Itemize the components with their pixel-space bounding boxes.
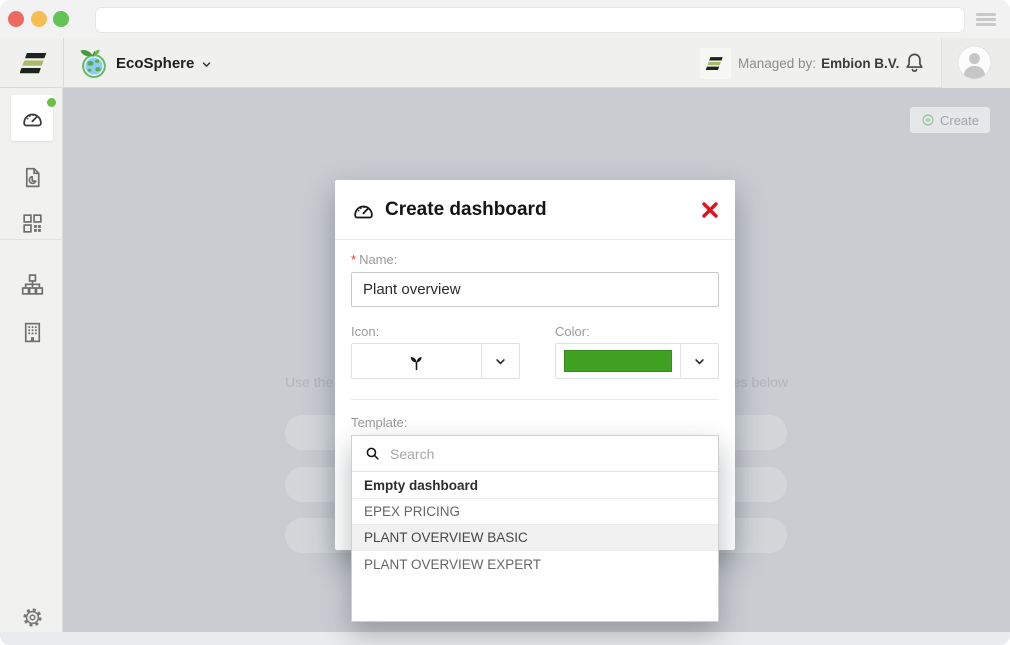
modal-title: Create dashboard [385, 180, 547, 240]
header-divider [63, 38, 64, 88]
embion-stripes-icon [706, 54, 725, 73]
app-window: EcoSphere Managed by: Embion B.V. [0, 0, 1010, 645]
window-bottom-strip [0, 632, 1010, 645]
create-button-label: Create [940, 113, 979, 128]
color-select[interactable] [555, 343, 719, 379]
window-maximize-button[interactable] [53, 11, 69, 27]
window-close-button[interactable] [8, 11, 24, 27]
hint-text-left: Use the ' [285, 374, 340, 390]
sidebar-divider [0, 239, 62, 240]
managed-by: Managed by: Embion B.V. [738, 38, 899, 88]
sitemap-icon [20, 272, 45, 297]
org-logo-tile [700, 48, 731, 79]
embion-stripes-icon [20, 48, 50, 78]
bell-icon[interactable] [902, 50, 927, 75]
template-search-row [352, 436, 718, 472]
name-label: *Name: [351, 252, 397, 267]
building-icon [20, 320, 45, 345]
x-icon [698, 198, 722, 222]
grid-icon [20, 211, 45, 236]
create-dashboard-button[interactable]: Create [910, 107, 990, 133]
modal-divider [351, 399, 719, 400]
template-dropdown: Empty dashboard EPEX PRICING PLANT OVERV… [351, 435, 719, 622]
gauge-icon [20, 106, 45, 131]
hamburger-icon[interactable] [976, 13, 996, 26]
chevron-down-icon [200, 58, 213, 71]
sidebar-item-reports[interactable] [11, 154, 53, 200]
sidebar [0, 88, 63, 632]
icon-select[interactable] [351, 343, 520, 379]
managed-by-label: Managed by: [738, 56, 816, 71]
hint-text-right: es below [733, 374, 788, 390]
color-label: Color: [555, 324, 590, 339]
report-icon [20, 165, 45, 190]
window-minimize-button[interactable] [31, 11, 47, 27]
name-input[interactable] [351, 272, 719, 307]
close-button[interactable] [698, 198, 722, 222]
sidebar-item-buildings[interactable] [11, 309, 53, 355]
plus-circle-icon [921, 113, 935, 127]
seedling-icon [406, 351, 427, 372]
brand-menu[interactable]: EcoSphere [78, 46, 213, 80]
chevron-down-icon [692, 354, 707, 369]
template-option-epex-pricing[interactable]: EPEX PRICING [352, 499, 718, 525]
gauge-icon [351, 198, 376, 223]
template-label: Template: [351, 415, 407, 430]
template-search-input[interactable] [390, 436, 718, 471]
icon-label: Icon: [351, 324, 379, 339]
managed-by-value: Embion B.V. [821, 56, 899, 71]
color-select-chevron[interactable] [680, 344, 718, 378]
chevron-down-icon [493, 354, 508, 369]
brand-name: EcoSphere [116, 55, 194, 72]
template-option-empty-dashboard[interactable]: Empty dashboard [352, 472, 718, 499]
create-dashboard-modal: Create dashboard *Name: Icon: [335, 180, 735, 550]
template-option-plant-overview-basic[interactable]: PLANT OVERVIEW BASIC [352, 525, 718, 551]
globe-leaf-icon [78, 47, 110, 79]
color-swatch [564, 350, 672, 372]
active-indicator-dot [47, 98, 56, 107]
magnifier-icon [364, 445, 381, 462]
gear-icon [21, 606, 44, 629]
sidebar-item-dashboards[interactable] [11, 95, 53, 141]
required-marker: * [351, 252, 356, 267]
template-option-plant-overview-expert[interactable]: PLANT OVERVIEW EXPERT [352, 551, 718, 577]
person-icon[interactable] [957, 45, 992, 80]
icon-select-chevron[interactable] [481, 344, 519, 378]
sidebar-item-organization[interactable] [11, 261, 53, 307]
url-input[interactable] [95, 7, 965, 33]
browser-chrome [0, 0, 1010, 38]
